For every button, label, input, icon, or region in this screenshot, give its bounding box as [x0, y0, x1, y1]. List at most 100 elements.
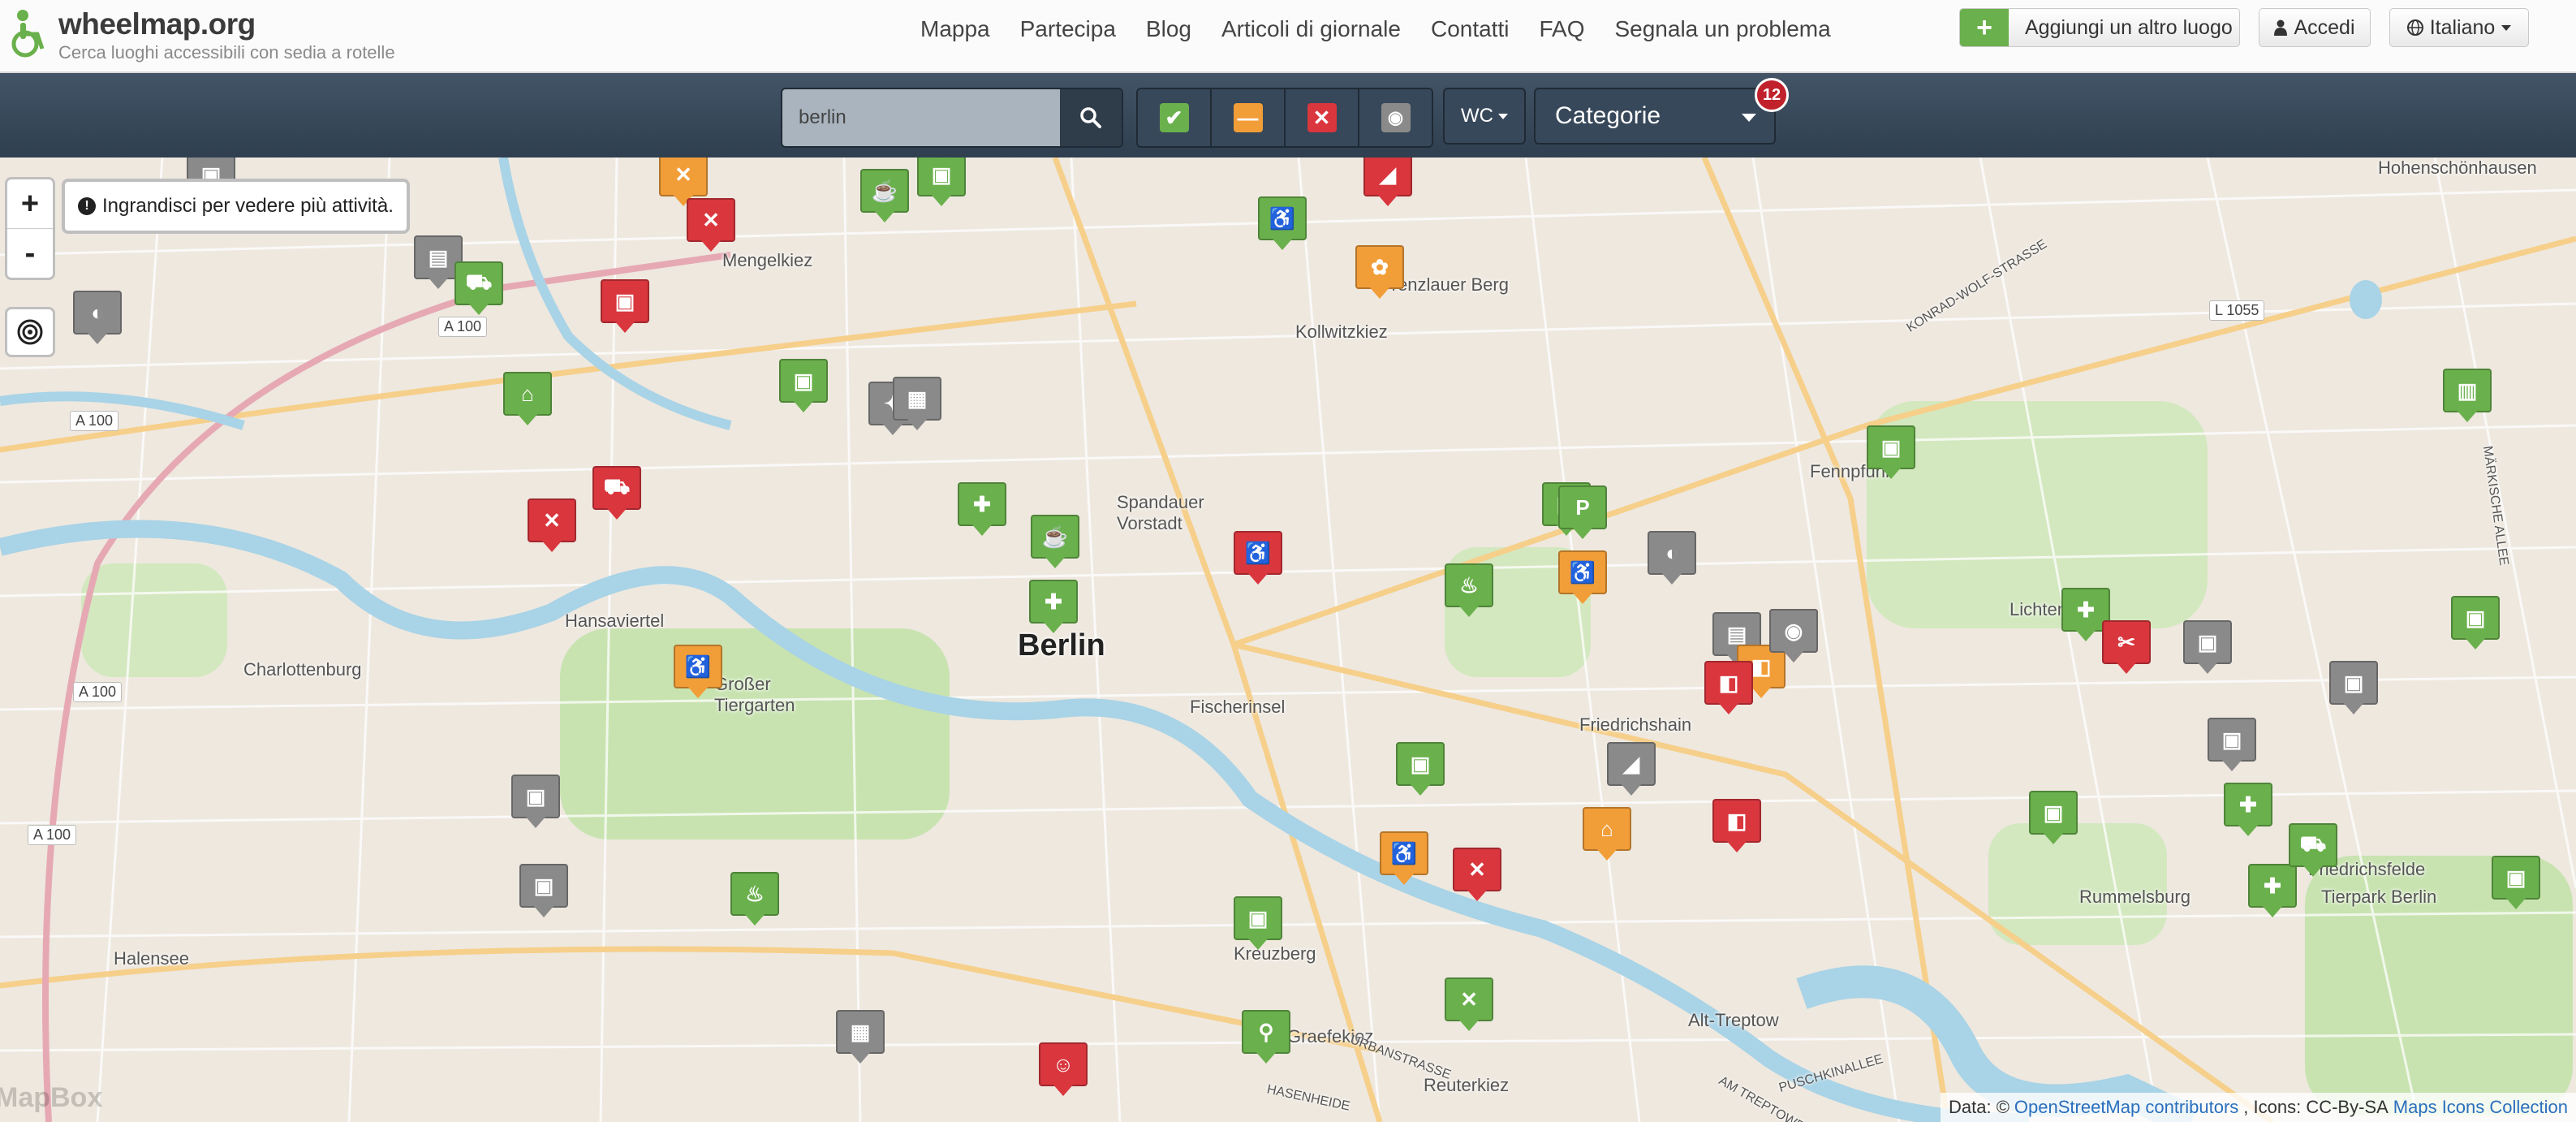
map-marker-accessible[interactable]: ▣ [2451, 596, 2500, 651]
wc-filter-dropdown[interactable]: WC [1443, 88, 1526, 145]
map-marker-accessible[interactable]: ▣ [2029, 791, 2078, 846]
map-marker-accessible[interactable]: ▣ [2492, 856, 2540, 911]
zoom-out-button[interactable]: - [7, 229, 53, 278]
map-canvas[interactable]: Berlin Charlottenburg Hansaviertel Große… [0, 158, 2576, 1122]
map-marker-accessible[interactable]: ▣ [779, 359, 828, 414]
road-shield: L 1055 [2209, 300, 2265, 321]
nav-link-faq[interactable]: FAQ [1539, 16, 1584, 42]
nav-link-blog[interactable]: Blog [1146, 16, 1191, 42]
map-marker-not_accessible[interactable]: ⛟ [592, 466, 641, 521]
map-marker-limited[interactable]: ♿ [1558, 550, 1607, 606]
marker-pointer [2302, 864, 2324, 877]
map-marker-not_accessible[interactable]: ◢ [1363, 158, 1412, 208]
category-dropdown[interactable]: Categorie [1534, 88, 1776, 145]
map-marker-limited[interactable]: ♿ [1380, 831, 1428, 887]
pharmacy-icon: ✚ [2224, 783, 2272, 826]
map-marker-unknown[interactable]: ▣ [519, 864, 568, 919]
map-marker-unknown[interactable]: ◉ [1769, 609, 1818, 664]
filter-yes-toggle[interactable]: ✔ [1138, 89, 1212, 146]
nav-link-report-problem[interactable]: Segnala un problema [1614, 16, 1830, 42]
map-marker-unknown[interactable]: ◢ [1607, 742, 1656, 797]
filter-unknown-toggle[interactable]: ◉ [1359, 89, 1432, 146]
map-marker-accessible[interactable]: ♨ [730, 872, 779, 927]
filter-no-toggle[interactable]: ✕ [1286, 89, 1359, 146]
attribution-icons: , Icons: CC-By-SA [2243, 1097, 2389, 1117]
map-marker-accessible[interactable]: ▣ [1396, 742, 1445, 797]
shopping-icon: ⛟ [2289, 823, 2337, 867]
map-marker-accessible[interactable]: ⚲ [1242, 1010, 1290, 1065]
map-marker-not_accessible[interactable]: ♿ [1234, 531, 1282, 586]
map-marker-not_accessible[interactable]: ✂ [2102, 620, 2151, 675]
map-marker-not_accessible[interactable]: ◧ [1712, 799, 1761, 854]
nav-link-participate[interactable]: Partecipa [1020, 16, 1116, 42]
locate-me-button[interactable] [5, 307, 55, 357]
marker-pointer [2505, 896, 2527, 909]
map-marker-accessible[interactable]: ♿ [1258, 196, 1307, 252]
marker-pointer [2115, 661, 2138, 674]
map-marker-limited[interactable]: ⌂ [1583, 807, 1631, 862]
marker-pointer [1661, 572, 1683, 585]
map-marker-unknown[interactable]: ◐ [73, 291, 122, 346]
nav-link-contact[interactable]: Contatti [1431, 16, 1510, 42]
road-shield: A 100 [70, 411, 119, 431]
map-marker-accessible[interactable]: ⌂ [503, 372, 552, 427]
info-icon: ! [78, 197, 96, 215]
map-marker-accessible[interactable]: P [1558, 485, 1607, 541]
map-marker-accessible[interactable]: ▥ [2443, 369, 2492, 424]
add-place-button[interactable]: + Aggiungi un altro luogo [1959, 8, 2240, 47]
map-marker-unknown[interactable]: ▦ [836, 1010, 885, 1065]
marker-pointer [614, 320, 636, 333]
search-input[interactable] [782, 89, 1060, 146]
map-marker-not_accessible[interactable]: ✕ [1453, 848, 1501, 903]
bus-icon: ▣ [519, 864, 568, 908]
map-marker-unknown[interactable]: ◐ [1648, 531, 1696, 586]
map-marker-unknown[interactable]: ▦ [893, 377, 941, 432]
site-logo[interactable]: wheelmap.org Cerca luoghi accessibili co… [10, 8, 395, 63]
filter-limited-toggle[interactable]: — [1212, 89, 1286, 146]
mapbox-watermark: MapBox [0, 1082, 103, 1113]
marker-pointer [873, 209, 896, 222]
map-marker-not_accessible[interactable]: ◧ [1704, 661, 1753, 716]
marker-pointer [1750, 685, 1773, 698]
map-marker-not_accessible[interactable]: ✕ [687, 198, 735, 253]
marker-pointer [1717, 701, 1740, 714]
unknown-icon: ◉ [1381, 103, 1411, 132]
map-marker-accessible[interactable]: ⛟ [2289, 823, 2337, 878]
map-marker-accessible[interactable]: ✚ [958, 482, 1006, 537]
map-marker-limited[interactable]: ♿ [674, 645, 722, 700]
minus-icon: — [1233, 103, 1263, 132]
map-marker-accessible[interactable]: ⛟ [454, 261, 503, 317]
marker-pointer [2464, 637, 2487, 649]
login-button[interactable]: Accedi [2259, 8, 2371, 47]
map-marker-not_accessible[interactable]: ✕ [528, 498, 576, 554]
map-marker-not_accessible[interactable]: ▣ [601, 279, 649, 334]
map-marker-accessible[interactable]: ☕ [860, 169, 909, 224]
language-dropdown[interactable]: Italiano [2389, 8, 2529, 47]
map-marker-unknown[interactable]: ▣ [2208, 718, 2256, 773]
map-marker-accessible[interactable]: ▣ [1234, 896, 1282, 952]
bus-icon: ▣ [2208, 718, 2256, 762]
map-marker-limited[interactable]: ✿ [1355, 245, 1404, 300]
marker-pointer [2042, 831, 2065, 844]
map-marker-accessible[interactable]: ▣ [1867, 425, 1915, 481]
map-marker-accessible[interactable]: ▣ [917, 158, 966, 208]
map-marker-unknown[interactable]: ▣ [511, 775, 560, 830]
map-marker-unknown[interactable]: ▣ [2329, 661, 2378, 716]
zoom-in-button[interactable]: + [7, 179, 53, 229]
map-marker-accessible[interactable]: ☕ [1031, 515, 1079, 570]
restaurant-icon: ✕ [1453, 848, 1501, 891]
nav-link-press[interactable]: Articoli di giornale [1221, 16, 1401, 42]
marker-pointer [849, 1051, 872, 1064]
maps-icons-link[interactable]: Maps Icons Collection [2393, 1097, 2568, 1118]
shopping-icon: ⛟ [592, 466, 641, 510]
map-marker-accessible[interactable]: ♨ [1445, 563, 1493, 619]
map-marker-accessible[interactable]: ✚ [1029, 580, 1078, 635]
map-marker-accessible[interactable]: ✕ [1445, 977, 1493, 1033]
map-marker-not_accessible[interactable]: ☺ [1039, 1042, 1088, 1098]
search-button[interactable] [1060, 89, 1122, 146]
chevron-down-icon [1497, 113, 1508, 119]
map-marker-unknown[interactable]: ▣ [2183, 620, 2232, 675]
osm-link[interactable]: OpenStreetMap contributors [2014, 1097, 2238, 1118]
nav-link-map[interactable]: Mappa [920, 16, 990, 42]
map-marker-accessible[interactable]: ✚ [2224, 783, 2272, 838]
